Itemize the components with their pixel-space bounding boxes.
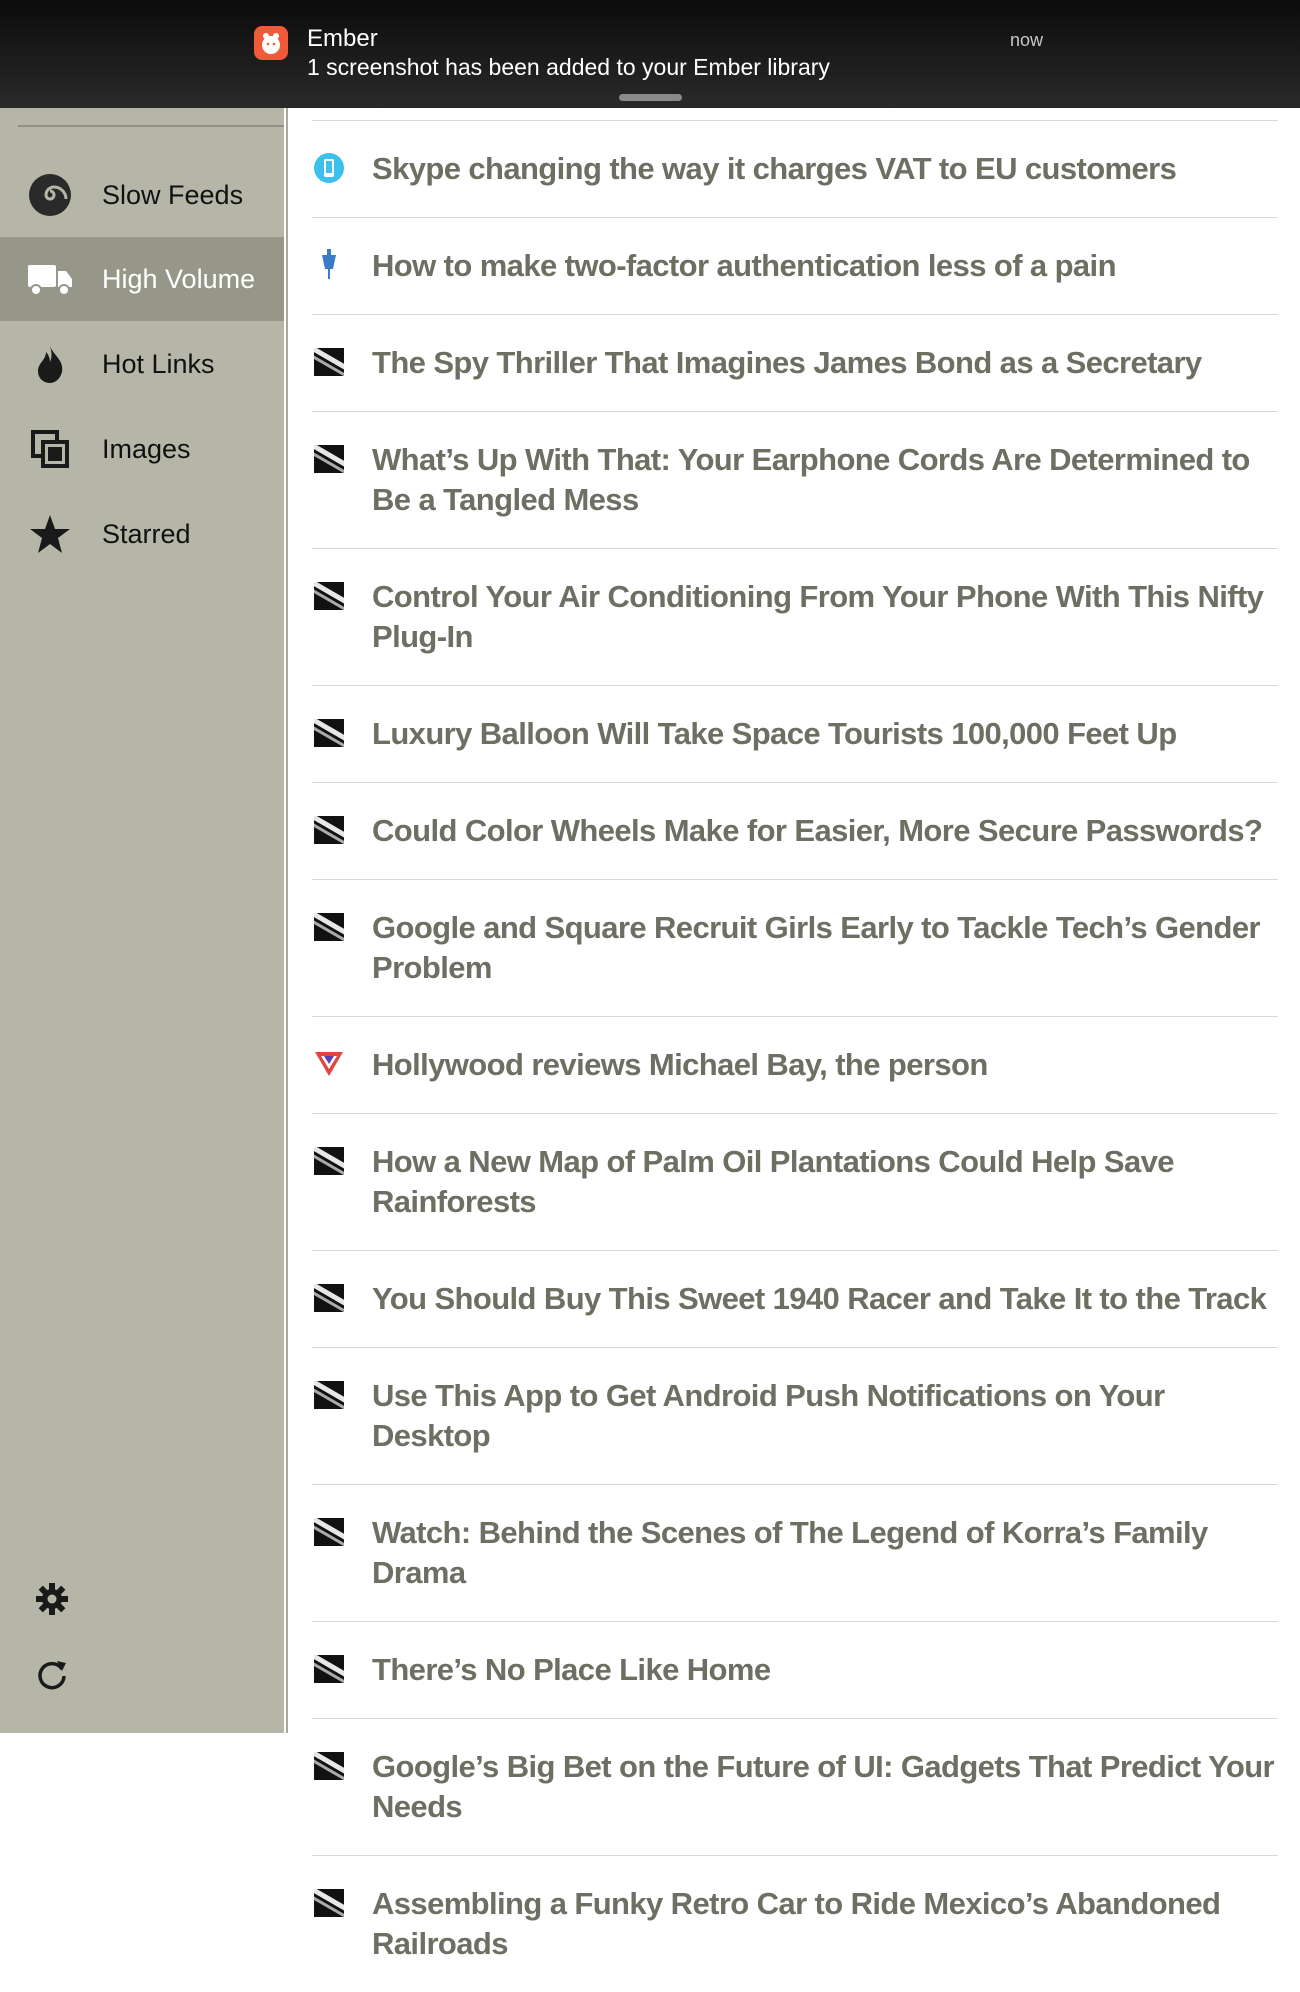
article-title: There’s No Place Like Home [372,1652,771,1687]
wired-icon [312,1886,346,1920]
article-title: Assembling a Funky Retro Car to Ride Mex… [372,1886,1221,1961]
article-row[interactable]: Assembling a Funky Retro Car to Ride Mex… [312,1855,1278,1992]
gear-icon[interactable] [28,1575,76,1623]
sidebar-item-label: Hot Links [102,348,215,379]
article-row[interactable]: What’s Up With That: Your Earphone Cords… [312,411,1278,548]
skype-phone-icon [312,151,346,185]
sidebar-item-label: Slow Feeds [102,179,244,210]
wired-icon [312,1378,346,1412]
truck-icon [22,251,78,307]
wired-icon [312,1652,346,1686]
sidebar-item-label: Images [102,433,191,464]
notification-app-name: Ember [307,25,378,52]
images-icon [22,421,78,477]
article-title: The Spy Thriller That Imagines James Bon… [372,345,1202,380]
article-title: Use This App to Get Android Push Notific… [372,1378,1165,1453]
article-row[interactable]: Watch: Behind the Scenes of The Legend o… [312,1484,1278,1621]
wired-icon [312,1515,346,1549]
wired-icon [312,910,346,944]
sidebar-item-high-volume[interactable]: High Volume [0,237,284,321]
article-title: You Should Buy This Sweet 1940 Racer and… [372,1281,1267,1316]
article-title: How to make two-factor authentication le… [372,248,1117,283]
article-title: How a New Map of Palm Oil Plantations Co… [372,1144,1175,1219]
notification-drag-handle[interactable] [619,94,682,101]
notification-message: 1 screenshot has been added to your Embe… [307,54,830,80]
wired-icon [312,1749,346,1783]
sidebar-item-label: Starred [102,518,191,549]
article-row[interactable]: There’s No Place Like Home [312,1621,1278,1718]
blue-pin-icon [312,248,346,282]
spiral-icon [22,167,78,223]
article-row[interactable]: Could Color Wheels Make for Easier, More… [312,782,1278,879]
article-row[interactable]: Hollywood reviews Michael Bay, the perso… [312,1016,1278,1113]
article-row[interactable]: The Spy Thriller That Imagines James Bon… [312,314,1278,411]
article-row[interactable]: Control Your Air Conditioning From Your … [312,548,1278,685]
article-title: Hollywood reviews Michael Bay, the perso… [372,1047,988,1082]
wired-icon [312,1281,346,1315]
article-title: Skype changing the way it charges VAT to… [372,151,1177,186]
article-row[interactable]: You Should Buy This Sweet 1940 Racer and… [312,1250,1278,1347]
article-title: Control Your Air Conditioning From Your … [372,579,1264,654]
article-list: Skype changing the way it charges VAT to… [312,120,1278,1992]
article-title: Google’s Big Bet on the Future of UI: Ga… [372,1749,1275,1824]
article-title: Watch: Behind the Scenes of The Legend o… [372,1515,1208,1590]
article-row[interactable]: Google and Square Recruit Girls Early to… [312,879,1278,1016]
sidebar-item-slow-feeds[interactable]: Slow Feeds [0,153,284,237]
article-row[interactable]: How to make two-factor authentication le… [312,217,1278,314]
sidebar-item-images[interactable]: Images [0,407,284,491]
flame-icon [22,336,78,392]
article-row[interactable]: Skype changing the way it charges VAT to… [312,120,1278,217]
notification-time: now [1010,30,1044,50]
article-title: Google and Square Recruit Girls Early to… [372,910,1261,985]
article-row[interactable]: Google’s Big Bet on the Future of UI: Ga… [312,1718,1278,1855]
article-title: Could Color Wheels Make for Easier, More… [372,813,1263,848]
wired-icon [312,716,346,750]
wired-icon [312,1144,346,1178]
article-list-pane: Skype changing the way it charges VAT to… [286,0,1300,1961]
wired-icon [312,345,346,379]
notification-banner[interactable]: Ember 1 screenshot has been added to you… [0,0,1300,108]
ember-app-icon [254,26,288,60]
wired-icon [312,579,346,613]
article-row[interactable]: Luxury Balloon Will Take Space Tourists … [312,685,1278,782]
sidebar-item-starred[interactable]: Starred [0,492,284,576]
article-row[interactable]: How a New Map of Palm Oil Plantations Co… [312,1113,1278,1250]
refresh-icon[interactable] [28,1650,76,1698]
wired-icon [312,442,346,476]
wired-icon [312,813,346,847]
sidebar-item-hot-links[interactable]: Hot Links [0,322,284,406]
sidebar: Slow Feeds High Volume Hot Links Images … [0,0,284,1733]
article-row[interactable]: Use This App to Get Android Push Notific… [312,1347,1278,1484]
verge-icon [312,1047,346,1081]
sidebar-item-label: High Volume [102,263,256,294]
article-title: Luxury Balloon Will Take Space Tourists … [372,716,1177,751]
article-title: What’s Up With That: Your Earphone Cords… [372,442,1250,517]
sidebar-divider [18,125,284,127]
star-icon [22,506,78,562]
